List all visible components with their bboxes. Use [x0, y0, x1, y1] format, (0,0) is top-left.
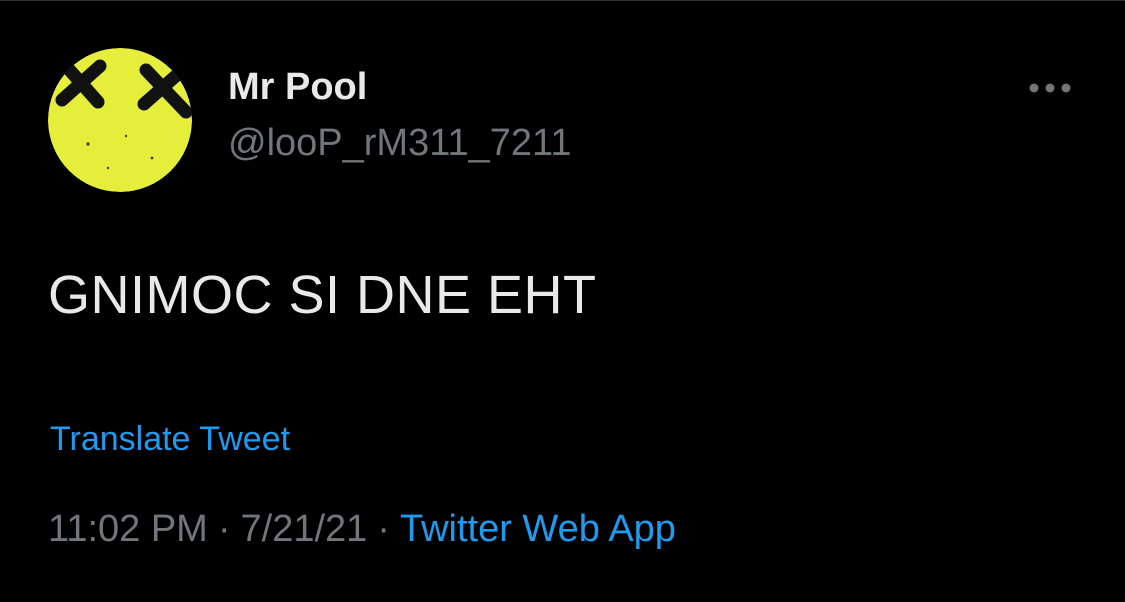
more-horizontal-icon [1029, 83, 1071, 93]
tweet-time[interactable]: 11:02 PM [48, 508, 208, 550]
tweet-date[interactable]: 7/21/21 [241, 508, 368, 550]
author-handle[interactable]: @looP_rM311_7211 [228, 122, 572, 165]
tweet-metadata: 11:02 PM · 7/21/21 · Twitter Web App [48, 508, 676, 551]
yellow-smiley-x-eyes-icon [48, 48, 192, 192]
separator-dot: · [217, 508, 231, 550]
tweet-text: GNIMOC SI DNE EHT [48, 265, 597, 325]
more-options-button[interactable] [1024, 70, 1076, 106]
separator-dot: · [377, 508, 390, 550]
avatar[interactable] [48, 48, 192, 192]
top-divider [0, 0, 1125, 1]
author-name[interactable]: Mr Pool [228, 66, 367, 109]
translate-tweet-link[interactable]: Translate Tweet [50, 420, 290, 459]
tweet-source-link[interactable]: Twitter Web App [400, 508, 676, 550]
